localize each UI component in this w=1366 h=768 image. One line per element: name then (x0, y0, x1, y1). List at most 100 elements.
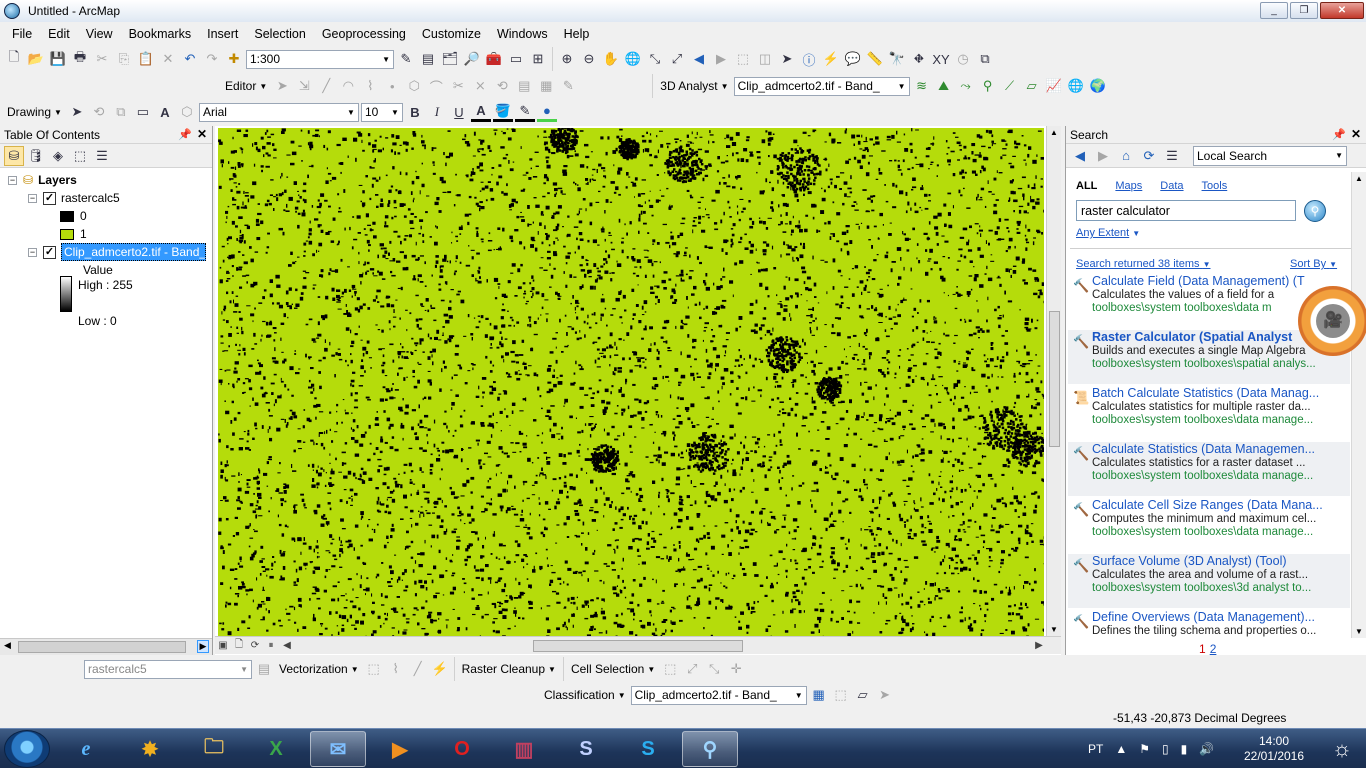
menu-windows[interactable]: Windows (489, 27, 556, 41)
raster-layer-dropdown[interactable]: rastercalc5 ▼ (84, 659, 252, 679)
create-features-icon[interactable]: ✎ (558, 76, 578, 96)
select-features-icon[interactable]: ⬚ (733, 49, 753, 69)
close-icon[interactable]: ✕ (1351, 127, 1361, 141)
clear-selection-icon[interactable]: ◫ (755, 49, 775, 69)
layer-clip-row[interactable]: − ✓ Clip_admcerto2.tif - Band_1 (28, 243, 206, 261)
taskbar-clock[interactable]: 14:00 22/01/2016 (1243, 734, 1305, 764)
redo-icon[interactable]: ↷ (202, 49, 222, 69)
flag-icon[interactable]: ⚑ (1139, 742, 1150, 756)
end-point-arc-icon[interactable]: ◠ (338, 76, 358, 96)
arcglobe-icon[interactable]: 🌍 (1088, 76, 1108, 96)
time-slider-icon[interactable]: ◷ (953, 49, 973, 69)
search-options-icon[interactable]: ☰ (1162, 146, 1182, 166)
select-samples-icon[interactable]: ➤ (875, 685, 895, 705)
3d-analyst-menu[interactable]: 3D Analyst ▼ (657, 79, 731, 93)
point-icon[interactable]: • (382, 76, 402, 96)
search-result-item[interactable]: 🔨 Define Overviews (Data Management)... … (1068, 610, 1350, 638)
straight-segment-icon[interactable]: ╱ (316, 76, 336, 96)
scroll-thumb[interactable] (1049, 311, 1060, 447)
hyperlink-icon[interactable]: ⚡ (821, 49, 841, 69)
edit-vertices-icon[interactable]: ⬡ (404, 76, 424, 96)
interpolate-polygon-icon[interactable]: ▱ (1022, 76, 1042, 96)
edit-vertices-drawing-icon[interactable]: ⬡ (177, 102, 197, 122)
arctoolbox-icon[interactable]: 🧰 (484, 49, 504, 69)
pause-drawing-icon[interactable]: ⏸ (263, 640, 279, 651)
language-indicator[interactable]: PT (1088, 742, 1103, 756)
skype-icon[interactable]: S (620, 731, 676, 767)
brightness-sun-icon[interactable]: ☼ (1318, 729, 1366, 768)
search-window-icon[interactable]: 🔎 (462, 49, 482, 69)
split-icon[interactable]: ⨯ (470, 76, 490, 96)
menu-customize[interactable]: Customize (414, 27, 489, 41)
search-vertical-scrollbar[interactable]: ▲ ▼ (1351, 172, 1366, 638)
search-result-item[interactable]: 🔨 Calculate Cell Size Ranges (Data Mana.… (1068, 498, 1350, 552)
internet-explorer-icon[interactable]: e (58, 731, 114, 767)
create-signature-icon[interactable]: ⬚ (831, 685, 851, 705)
opera-browser-icon[interactable]: O (434, 731, 490, 767)
attributes-icon[interactable]: ▤ (514, 76, 534, 96)
text-icon[interactable]: A (155, 102, 175, 122)
zoom-out-icon[interactable]: ⊖ (579, 49, 599, 69)
classification-layer-dropdown[interactable]: Clip_admcerto2.tif - Band_ ▼ (630, 685, 807, 705)
fill-color-icon[interactable]: 🪣 (492, 102, 513, 122)
draw-polygon-icon[interactable]: ▱ (853, 685, 873, 705)
vectorization-menu[interactable]: Vectorization ▼ (276, 662, 362, 676)
model-builder-icon[interactable]: ⊞ (528, 49, 548, 69)
layer-visibility-checkbox[interactable]: ✓ (43, 191, 56, 205)
thunderbird-mail-icon[interactable]: ✉ (310, 731, 366, 767)
select-elements-icon[interactable]: ➤ (67, 102, 87, 122)
editor-menu[interactable]: Editor ▼ (222, 79, 270, 93)
refresh-icon[interactable]: ⟳ (247, 640, 263, 651)
raster-snapping-icon[interactable]: ▤ (254, 659, 274, 679)
back-arrow-icon[interactable]: ◀ (1070, 146, 1090, 166)
viewer-window-icon[interactable]: ⧉ (975, 49, 995, 69)
cut-polygons-icon[interactable]: ✂ (448, 76, 468, 96)
line-of-sight-icon[interactable]: ⤳ (956, 76, 976, 96)
pin-icon[interactable]: 📌 (1332, 128, 1346, 141)
scroll-thumb[interactable] (18, 641, 186, 653)
pan-hand-icon[interactable]: ✋ (601, 49, 621, 69)
swirl-app-icon[interactable]: S (558, 731, 614, 767)
paste-icon[interactable]: 📋 (136, 49, 156, 69)
layer-name[interactable]: Clip_admcerto2.tif - Band_1 (61, 243, 206, 261)
italic-button[interactable]: I (427, 102, 447, 122)
volume-icon[interactable]: 🔊 (1199, 742, 1214, 756)
scroll-up-icon[interactable]: ▲ (1355, 174, 1363, 183)
result-title[interactable]: Calculate Cell Size Ranges (Data Mana... (1092, 498, 1350, 512)
refresh-icon[interactable]: ⟳ (1139, 146, 1159, 166)
underline-button[interactable]: U (449, 102, 469, 122)
options-icon[interactable]: ☰ (92, 146, 112, 166)
arcscene-icon[interactable]: 🌐 (1066, 76, 1086, 96)
select-elements-arrow-icon[interactable]: ➤ (777, 49, 797, 69)
new-document-icon[interactable]: 🗋 (4, 49, 24, 69)
result-title[interactable]: Batch Calculate Statistics (Data Manag..… (1092, 386, 1350, 400)
menu-bookmarks[interactable]: Bookmarks (121, 27, 200, 41)
list-by-selection-icon[interactable]: ⬚ (70, 146, 90, 166)
extent-filter[interactable]: Any Extent ▼ (1076, 227, 1140, 239)
winrar-icon[interactable]: ▥ (496, 731, 552, 767)
home-icon[interactable]: ⌂ (1116, 146, 1136, 166)
list-by-drawing-order-icon[interactable]: ⛁ (4, 145, 24, 166)
open-folder-icon[interactable]: 📂 (26, 49, 46, 69)
layout-view-icon[interactable]: 🗋 (231, 637, 247, 654)
identify-icon[interactable]: ⓘ (799, 49, 819, 69)
tab-maps[interactable]: Maps (1115, 180, 1142, 192)
results-count-link[interactable]: Search returned 38 items ▼ (1076, 258, 1211, 270)
steepest-path-icon[interactable]: ⛰ (934, 76, 954, 96)
menu-edit[interactable]: Edit (40, 27, 78, 41)
device-icon[interactable]: ▯ (1162, 742, 1169, 756)
raster-map-canvas[interactable] (218, 128, 1044, 636)
maximize-button[interactable]: ❐ (1290, 2, 1318, 19)
font-size-dropdown[interactable]: 10 ▼ (360, 102, 403, 122)
line-color-icon[interactable]: ✎ (514, 102, 535, 122)
menu-selection[interactable]: Selection (246, 27, 313, 41)
search-result-item[interactable]: 🔨 Calculate Statistics (Data Managemen..… (1068, 442, 1350, 496)
scroll-right-icon[interactable]: ▶ (1031, 640, 1047, 651)
reshape-icon[interactable]: ⌒ (426, 76, 446, 96)
add-data-icon[interactable]: ✚ (224, 49, 244, 69)
measure-icon[interactable]: 📏 (865, 49, 885, 69)
close-button[interactable]: ✕ (1320, 2, 1364, 19)
data-view-icon[interactable]: ▣ (215, 640, 231, 651)
bold-button[interactable]: B (405, 102, 425, 122)
list-by-visibility-icon[interactable]: ◈ (48, 146, 68, 166)
